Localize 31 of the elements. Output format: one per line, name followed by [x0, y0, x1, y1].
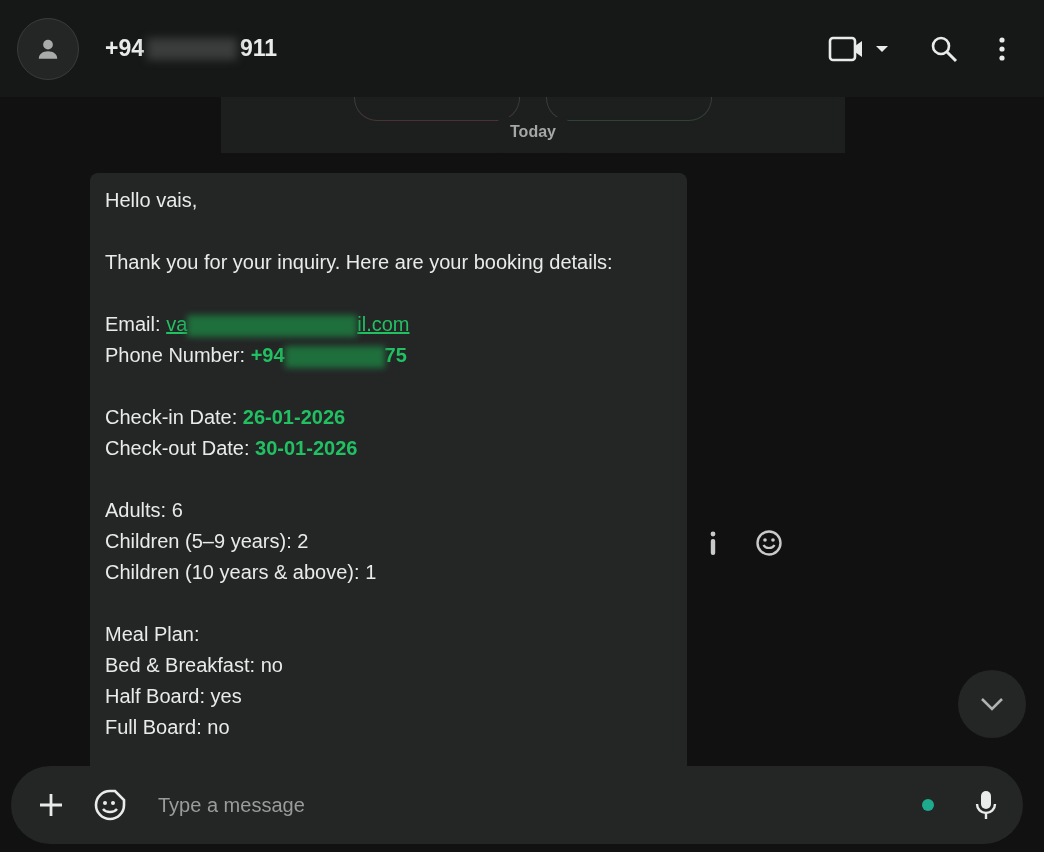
email-link[interactable]: il.com: [357, 313, 410, 335]
sticker-icon[interactable]: [93, 788, 127, 822]
message-text: Hello vais,: [105, 188, 199, 213]
message-text: Full Board: no: [105, 715, 231, 740]
field-label: Phone Number:: [105, 344, 246, 366]
info-icon[interactable]: [709, 531, 717, 555]
phone-number[interactable]: 75: [384, 344, 407, 366]
field-value: 26-01-2026: [242, 406, 346, 428]
message-text: Thank you for your inquiry. Here are your booking details:: [105, 250, 614, 275]
emoji-icon[interactable]: [755, 529, 783, 557]
field-label: Check-out Date:: [105, 437, 250, 459]
field-label: Check-in Date:: [105, 406, 238, 428]
status-dot-icon: [922, 799, 934, 811]
chevron-down-icon: [979, 696, 1005, 712]
contact-number[interactable]: 911: [240, 35, 278, 62]
message-text: Bed & Breakfast: no: [105, 653, 284, 678]
message-text: Adults: 6: [105, 498, 184, 523]
field-label: Email:: [105, 313, 161, 335]
contact-number[interactable]: +94: [105, 35, 144, 62]
message-text: Half Board: yes: [105, 684, 243, 709]
plus-icon[interactable]: [38, 792, 64, 818]
message-text: Children (10 years & above): 1: [105, 560, 378, 585]
menu-icon[interactable]: [998, 35, 1006, 62]
microphone-icon[interactable]: [975, 790, 997, 820]
field-value: 30-01-2026: [255, 437, 358, 459]
email-link[interactable]: va: [166, 313, 188, 335]
message-text: Meal Plan:: [105, 622, 201, 647]
message-text: Children (5–9 years): 2: [105, 529, 310, 554]
video-call-icon[interactable]: [828, 34, 890, 63]
search-icon[interactable]: [930, 34, 958, 63]
phone-number[interactable]: +94: [250, 344, 285, 366]
